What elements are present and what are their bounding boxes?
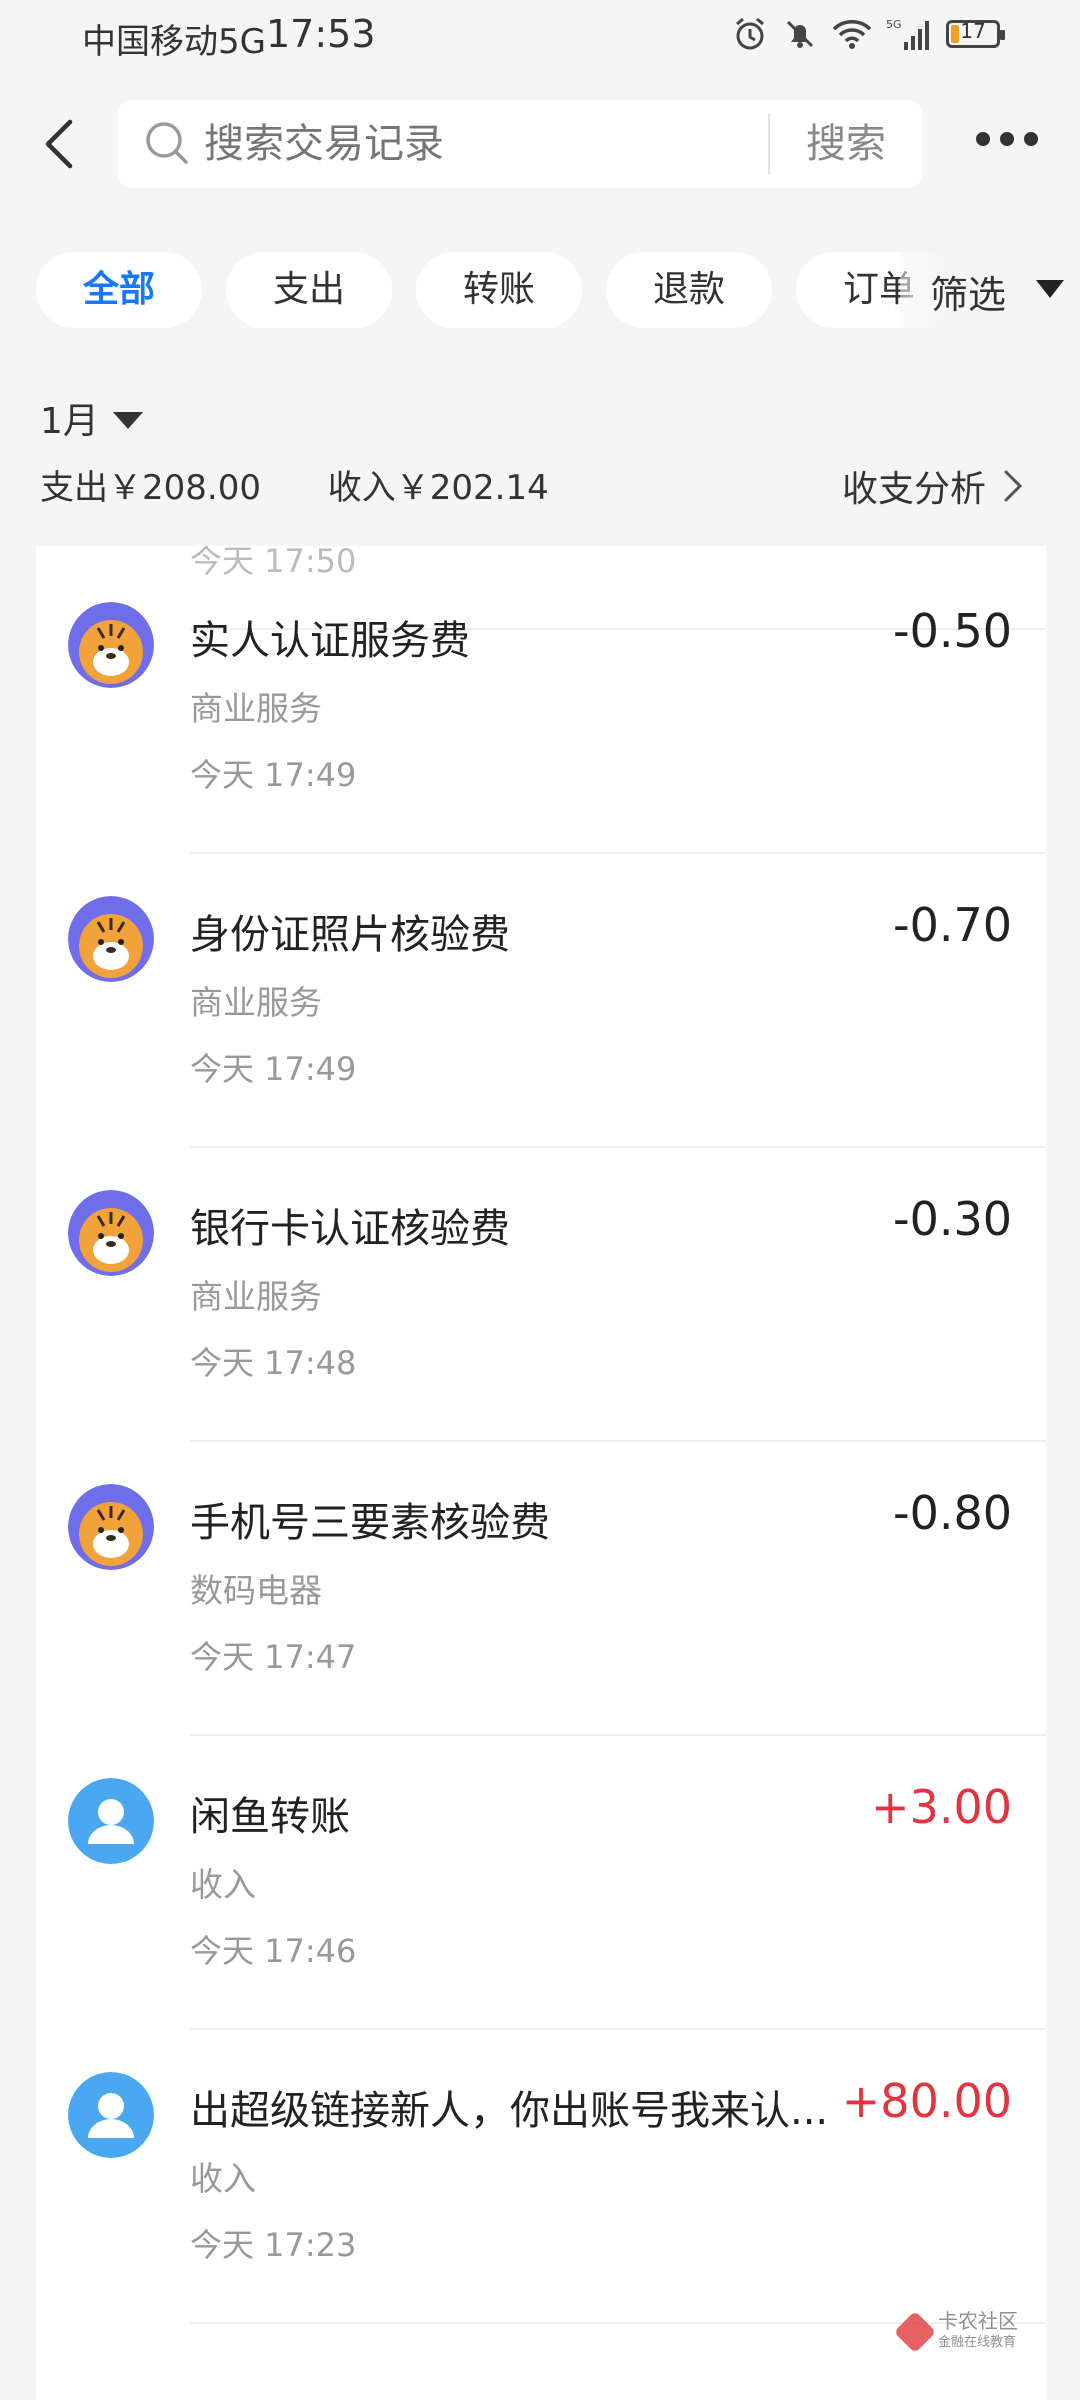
transaction-title: 出超级链接新人，你出账号我来认... [190,2088,829,2134]
analysis-link[interactable]: 收支分析 [842,460,1024,512]
transaction-time: 今天 17:46 [190,1932,357,1970]
transaction-amount: +3.00 [871,1780,1012,1834]
search-input[interactable] [204,100,764,188]
search-button[interactable]: 搜索 [770,100,922,188]
back-arrow-icon[interactable] [34,114,94,174]
transaction-row[interactable]: 银行卡认证核验费商业服务今天 17:48 -0.30 [36,1148,1046,1442]
tiger-avatar [68,1484,154,1570]
caret-down-icon [112,411,143,429]
transaction-time: 今天 17:49 [190,1050,357,1088]
transaction-amount: -0.50 [892,604,1012,658]
search-icon [146,122,188,164]
filter-label: 筛选 [930,273,1007,317]
transaction-category: 商业服务 [190,689,322,728]
month-selector[interactable]: 1月 [40,392,143,444]
transaction-row[interactable]: 实人认证服务费商业服务今天 17:49 -0.50 [36,560,1046,854]
battery-level: 17 [960,19,986,43]
mute-bell-icon [786,20,814,48]
analysis-label: 收支分析 [842,469,987,510]
transaction-category: 商业服务 [190,1277,322,1316]
transaction-title: 实人认证服务费 [190,618,470,664]
wifi-icon [832,20,872,49]
more-options-icon[interactable] [976,132,1038,146]
watermark-logo: 卡农社区 金融在线教育 [893,2309,1018,2354]
transaction-amount: +80.00 [841,2074,1012,2128]
carrier-label: 中国移动5G [82,22,266,62]
transaction-time: 今天 17:49 [190,756,357,794]
user-avatar [68,2072,154,2158]
transaction-amount: -0.80 [892,1486,1012,1540]
transaction-row[interactable]: 身份证照片核验费商业服务今天 17:49 -0.70 [36,854,1046,1148]
transaction-time: 今天 17:48 [190,1344,357,1382]
transaction-category: 商业服务 [190,983,322,1022]
filter-dropdown-icon [1036,280,1064,298]
alarm-icon [736,17,764,50]
watermark-name: 卡农社区 [938,2309,1018,2333]
income-total: 收入￥202.14 [327,468,549,508]
clock: 17:53 [266,12,376,56]
transaction-row[interactable]: 出超级链接新人，你出账号我来认... 收入今天 17:23 +80.00 [36,2030,1046,2324]
transaction-title: 银行卡认证核验费 [190,1206,510,1252]
chip-all[interactable]: 全部 [36,252,202,328]
transaction-time: 今天 17:23 [190,2226,357,2264]
transaction-amount: -0.30 [892,1192,1012,1246]
transaction-category: 收入 [190,2159,256,2198]
tiger-avatar [68,896,154,982]
signal-5g-icon: 5G [886,18,929,50]
watermark-tagline: 金融在线教育 [938,2335,1017,2350]
search-box[interactable]: 搜索 [118,100,922,188]
chevron-right-icon [1004,470,1023,502]
user-avatar [68,1778,154,1864]
status-icons: 5G 17 [732,16,1005,52]
watermark-icon [893,2310,937,2354]
transaction-row[interactable]: 手机号三要素核验费数码电器今天 17:47 -0.80 [36,1442,1046,1736]
transaction-list: 今天 17:50 实人认证服务费 商业服务 今天 17:49 -0.50 身份证照片核验… [36,546,1046,2400]
transaction-row[interactable]: 闲鱼转账收入今天 17:46 +3.00 [36,1736,1046,2030]
chip-transfer[interactable]: 转账 [416,252,582,328]
transaction-title: 手机号三要素核验费 [190,1500,550,1546]
transaction-row-partial[interactable]: 今天 17:50 [36,546,1046,630]
tiger-avatar [68,1190,154,1276]
tiger-avatar [68,602,154,688]
transaction-category: 收入 [190,1865,256,1904]
transaction-category: 数码电器 [190,1571,322,1610]
chip-expense[interactable]: 支出 [226,252,392,328]
transaction-time: 今天 17:47 [190,1638,357,1676]
transaction-title: 身份证照片核验费 [190,912,510,958]
transaction-amount: -0.70 [892,898,1012,952]
search-header: 搜索 [0,96,1080,192]
transaction-title: 闲鱼转账 [190,1794,350,1840]
month-summary: 支出￥208.00 收入￥202.14 [40,460,605,509]
filter-button[interactable]: 筛选 [900,236,1080,344]
chip-refund[interactable]: 退款 [606,252,772,328]
svg-text:5G: 5G [886,18,902,31]
status-bar: 中国移动5G 17:53 5G 17 [0,0,1080,72]
battery-icon: 17 [946,19,1005,48]
month-label: 1月 [40,401,99,442]
expense-total: 支出￥208.00 [40,468,261,508]
